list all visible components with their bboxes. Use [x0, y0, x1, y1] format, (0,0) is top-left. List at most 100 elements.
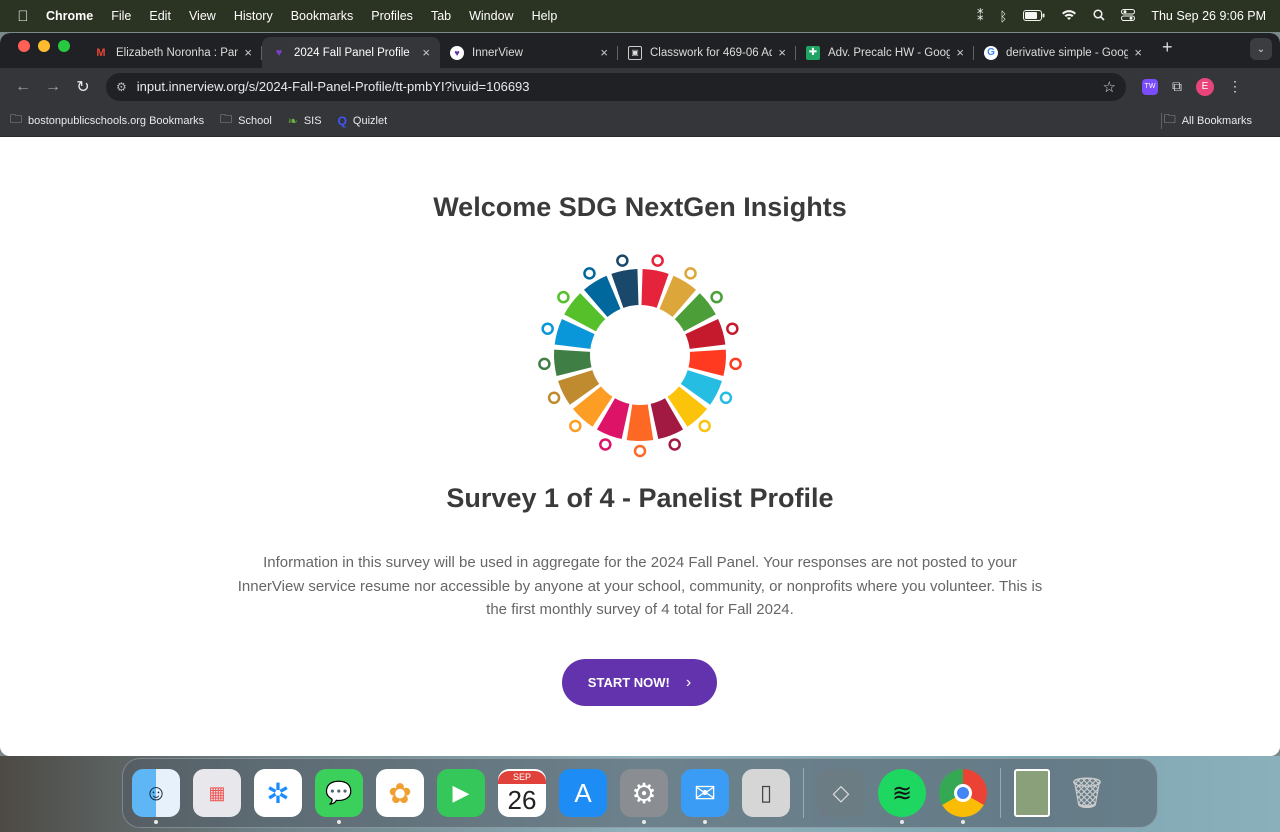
- site-info-icon[interactable]: ⚙: [116, 80, 127, 94]
- tab-title: Elizabeth Noronha : Panel: [116, 46, 239, 59]
- menu-bookmarks[interactable]: Bookmarks: [291, 9, 354, 23]
- close-tab-icon[interactable]: ×: [778, 45, 786, 60]
- tab-fall-panel-profile[interactable]: ♥ 2024 Fall Panel Profile ×: [262, 37, 440, 68]
- menu-app-name[interactable]: Chrome: [46, 9, 93, 23]
- iphone-mirroring-icon[interactable]: ▯: [742, 769, 790, 817]
- tab-title: derivative simple - Google: [1006, 46, 1129, 59]
- menu-history[interactable]: History: [234, 9, 273, 23]
- window-controls: [0, 39, 84, 62]
- close-tab-icon[interactable]: ×: [956, 45, 964, 60]
- bookmark-label: All Bookmarks: [1181, 114, 1252, 127]
- trash-icon[interactable]: 🗑: [1063, 769, 1111, 817]
- calendar-icon[interactable]: SEP 26: [498, 769, 546, 817]
- launchpad-icon[interactable]: ▦: [193, 769, 241, 817]
- airpods-icon[interactable]: ⁑: [977, 8, 984, 24]
- macos-menu-bar:  Chrome File Edit View History Bookmark…: [0, 0, 1280, 32]
- google-icon: G: [984, 45, 998, 60]
- welcome-heading: Welcome SDG NextGen Insights: [433, 192, 847, 222]
- profile-avatar[interactable]: E: [1196, 77, 1214, 96]
- menu-profiles[interactable]: Profiles: [371, 9, 413, 23]
- more-menu-icon[interactable]: ⋮: [1228, 78, 1242, 95]
- photos-icon[interactable]: ✿: [376, 769, 424, 817]
- bookmark-quizlet[interactable]: Q Quizlet: [338, 114, 388, 128]
- menu-help[interactable]: Help: [532, 9, 558, 23]
- preview-icon[interactable]: ◇: [817, 769, 865, 817]
- control-center-icon[interactable]: [1121, 8, 1136, 24]
- spotify-icon[interactable]: ≋: [878, 769, 926, 824]
- close-tab-icon[interactable]: ×: [1134, 45, 1142, 60]
- bookmark-sis[interactable]: ❧ SIS: [288, 114, 322, 128]
- chrome-icon[interactable]: [939, 769, 987, 824]
- tab-search-button[interactable]: ⌄: [1250, 38, 1272, 60]
- address-bar[interactable]: ⚙ input.innerview.org/s/2024-Fall-Panel-…: [106, 72, 1126, 101]
- tab-title: Adv. Precalc HW - Google: [828, 46, 951, 59]
- spotlight-search-icon[interactable]: [1093, 8, 1105, 24]
- system-settings-icon[interactable]: ⚙: [620, 769, 668, 824]
- start-button-label: START NOW!: [587, 675, 670, 690]
- sdg-wheel-figure-head: [668, 438, 681, 451]
- sdg-wheel-segment: [688, 349, 726, 377]
- menubar-clock[interactable]: Thu Sep 26 9:06 PM: [1151, 9, 1266, 23]
- sdg-wheel-segment: [626, 404, 654, 441]
- tab-classwork[interactable]: ▣ Classwork for 469-06 Adv ×: [618, 37, 796, 68]
- url-text[interactable]: input.innerview.org/s/2024-Fall-Panel-Pr…: [137, 79, 1103, 94]
- calendar-month: SEP: [498, 770, 546, 784]
- safari-icon[interactable]: ✲: [254, 769, 302, 817]
- forward-button[interactable]: →: [38, 78, 68, 96]
- close-tab-icon[interactable]: ×: [244, 45, 252, 60]
- bookmark-star-icon[interactable]: ☆: [1103, 78, 1116, 96]
- bookmark-label: School: [238, 114, 272, 127]
- sdg-wheel-figure-head: [569, 419, 582, 433]
- sdg-wheel-figure-head: [710, 290, 723, 304]
- extension-icon[interactable]: TW: [1142, 78, 1158, 95]
- tab-strip: M Elizabeth Noronha : Panel × ♥ 2024 Fal…: [0, 33, 1280, 68]
- apple-menu-icon[interactable]: : [0, 8, 46, 25]
- extensions-puzzle-icon[interactable]: ⧉: [1172, 78, 1182, 95]
- new-tab-button[interactable]: +: [1152, 37, 1183, 64]
- sdg-wheel-figure-head: [684, 267, 697, 280]
- all-bookmarks-button[interactable]: 🗀 All Bookmarks: [1164, 110, 1252, 131]
- bookmark-school-folder[interactable]: 🗀 School: [220, 110, 272, 131]
- bookmark-bps-folder[interactable]: 🗀 bostonpublicschools.org Bookmarks: [10, 110, 204, 131]
- folder-icon: 🗀: [1163, 112, 1176, 126]
- tab-derivative-search[interactable]: G derivative simple - Google ×: [974, 37, 1152, 68]
- menu-window[interactable]: Window: [469, 9, 513, 23]
- sdg-wheel-figure-head: [538, 357, 551, 371]
- survey-intro-text: Information in this survey will be used …: [237, 554, 1043, 618]
- close-tab-icon[interactable]: ×: [422, 45, 430, 60]
- facetime-icon[interactable]: ▶: [437, 769, 485, 817]
- mail-icon[interactable]: ✉: [681, 769, 729, 824]
- sdg-wheel-figure-head: [599, 438, 612, 451]
- tab-gmail[interactable]: M Elizabeth Noronha : Panel ×: [84, 37, 262, 68]
- chevron-right-icon: ›: [685, 673, 692, 691]
- menu-edit[interactable]: Edit: [149, 9, 171, 23]
- close-window-button[interactable]: [18, 39, 30, 52]
- sdg-wheel-figure-head: [726, 322, 739, 335]
- bluetooth-icon[interactable]: ᛒ: [1000, 9, 1008, 24]
- downloads-stack-icon[interactable]: [1014, 769, 1050, 817]
- minimize-window-button[interactable]: [38, 39, 50, 52]
- battery-icon[interactable]: [1023, 9, 1045, 24]
- messages-icon[interactable]: 💬: [315, 769, 363, 824]
- bookmark-label: bostonpublicschools.org Bookmarks: [28, 114, 205, 127]
- tab-title: InnerView: [472, 46, 523, 59]
- sdg-wheel-figure-head: [719, 391, 733, 405]
- survey-title: Survey 1 of 4 - Panelist Profile: [446, 483, 834, 513]
- start-now-button[interactable]: START NOW! ›: [562, 659, 717, 706]
- menu-tab[interactable]: Tab: [431, 9, 451, 23]
- reload-button[interactable]: ↻: [68, 77, 98, 97]
- menu-view[interactable]: View: [189, 9, 216, 23]
- sdg-wheel-figure-head: [651, 254, 664, 267]
- finder-icon[interactable]: ☺: [132, 769, 180, 824]
- back-button[interactable]: ←: [8, 78, 38, 96]
- wifi-icon[interactable]: [1061, 9, 1077, 24]
- sdg-wheel-figure-head: [729, 357, 742, 371]
- tab-innerview[interactable]: ♥ InnerView ×: [440, 37, 618, 68]
- menu-file[interactable]: File: [111, 9, 131, 23]
- close-tab-icon[interactable]: ×: [600, 45, 608, 60]
- app-store-icon[interactable]: A: [559, 769, 607, 817]
- tab-precalc-hw[interactable]: ✚ Adv. Precalc HW - Google ×: [796, 37, 974, 68]
- zoom-window-button[interactable]: [58, 39, 70, 52]
- bookmarks-bar: 🗀 bostonpublicschools.org Bookmarks 🗀 Scho…: [0, 105, 1280, 137]
- sdg-wheel-figure-head: [557, 290, 570, 304]
